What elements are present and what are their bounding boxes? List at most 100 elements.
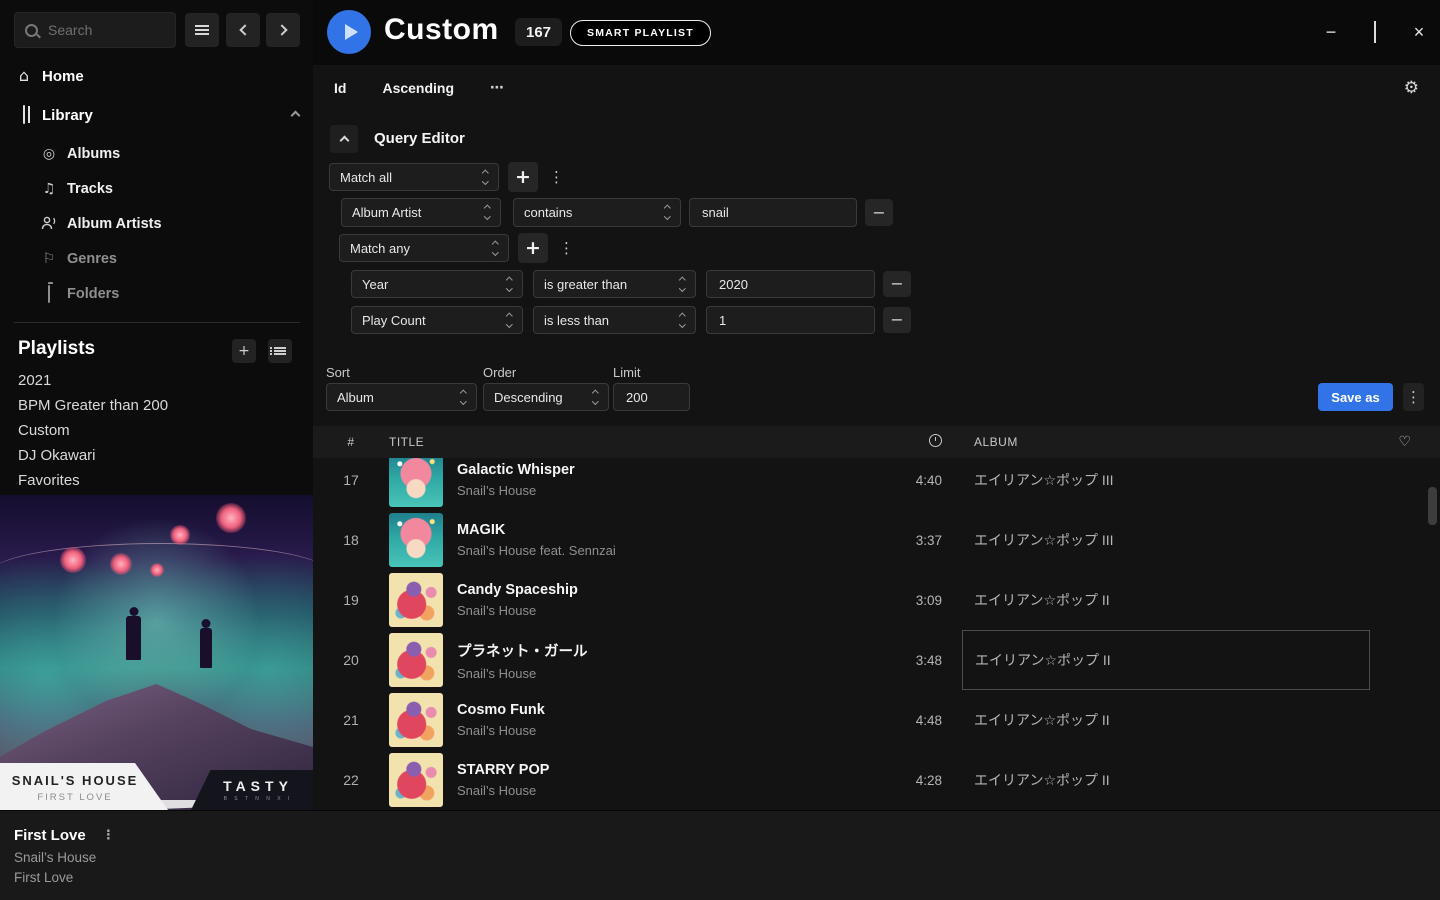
sidebar-item-folders[interactable]: Folders — [40, 285, 119, 303]
rule-operator-select[interactable]: is greater than — [533, 270, 696, 298]
now-playing-album: First Love — [14, 870, 73, 885]
rule-field-select[interactable]: Album Artist — [341, 198, 501, 227]
playlist-item[interactable]: DJ Okawari — [18, 447, 96, 464]
search-box[interactable] — [14, 12, 176, 48]
albums-label: Albums — [67, 146, 120, 162]
track-artist: Snail’s House — [457, 603, 578, 618]
match-any-select[interactable]: Match any — [339, 234, 509, 262]
select-arrows-icon — [483, 171, 488, 183]
playlist-item[interactable]: 2021 — [18, 372, 51, 389]
order-select[interactable]: Descending — [483, 383, 609, 411]
play-playlist-button[interactable] — [327, 10, 371, 54]
track-row[interactable]: 19 Candy Spaceship Snail’s House 3:09 エイ… — [313, 570, 1440, 630]
album-art-thumbnail — [389, 753, 443, 807]
sidebar-item-albums[interactable]: ◎ Albums — [40, 145, 120, 163]
track-album[interactable]: エイリアン☆ポップ II — [962, 750, 1370, 810]
track-album[interactable]: エイリアン☆ポップ III — [962, 510, 1370, 570]
album-artists-label: Album Artists — [67, 216, 162, 232]
rule-operator-select[interactable]: is less than — [533, 306, 696, 334]
track-number: 22 — [313, 772, 389, 788]
track-album-focused[interactable]: エイリアン☆ポップ II — [962, 630, 1370, 690]
minus-icon: − — [890, 312, 903, 328]
track-row[interactable]: 22 STARRY POP Snail’s House 4:28 エイリアン☆ポ… — [313, 750, 1440, 810]
rule-field-value: Play Count — [362, 313, 426, 328]
app-window: ⌂ Home Library ◎ Albums ♫ Tracks Album A… — [0, 0, 1440, 900]
limit-label: Limit — [613, 365, 640, 380]
rule-group-menu-icon[interactable]: ⋮ — [549, 170, 564, 185]
maximize-button[interactable] — [1368, 22, 1382, 43]
sort-direction[interactable]: Ascending — [382, 80, 454, 96]
sidebar-item-genres[interactable]: ⚐ Genres — [40, 250, 117, 268]
minimize-button[interactable]: − — [1324, 22, 1338, 43]
sidebar-item-album-artists[interactable]: Album Artists — [40, 215, 162, 233]
rule-operator-select[interactable]: contains — [513, 198, 681, 227]
now-playing-menu-icon[interactable]: ⋮ — [102, 829, 115, 842]
play-icon — [345, 24, 358, 40]
rule-field-select[interactable]: Year — [351, 270, 523, 298]
nav-back-button[interactable] — [226, 13, 260, 47]
lantern-icon — [150, 563, 164, 577]
player-bar: First Love ⋮ Snail’s House First Love 0:… — [0, 810, 1440, 900]
save-menu-button[interactable]: ⋮ — [1403, 383, 1424, 411]
track-album[interactable]: エイリアン☆ポップ III — [962, 458, 1370, 510]
column-number[interactable]: # — [313, 435, 389, 449]
subgroup-menu-icon[interactable]: ⋮ — [559, 241, 574, 256]
limit-input[interactable] — [624, 389, 679, 406]
sort-bar: Id Ascending ⋯ — [334, 80, 504, 96]
sort-label: Sort — [326, 365, 350, 380]
select-arrows-icon — [593, 391, 598, 403]
add-playlist-button[interactable]: + — [232, 339, 256, 363]
collapse-chevron-icon[interactable] — [291, 110, 301, 120]
track-album[interactable]: エイリアン☆ポップ II — [962, 690, 1370, 750]
remove-rule-button[interactable]: − — [883, 271, 911, 297]
flag-icon: ⚐ — [40, 252, 58, 266]
now-playing-cover-art: SNAIL'S HOUSE FIRST LOVE TASTY B S T N N… — [0, 495, 313, 810]
column-title[interactable]: TITLE — [389, 435, 852, 449]
nav-forward-button[interactable] — [266, 13, 300, 47]
track-row[interactable]: 21 Cosmo Funk Snail’s House 4:48 エイリアン☆ポ… — [313, 690, 1440, 750]
select-arrows-icon — [485, 206, 490, 218]
track-title: Cosmo Funk — [457, 702, 545, 718]
close-button[interactable]: × — [1412, 22, 1426, 43]
rule-value-input[interactable] — [717, 312, 864, 329]
match-all-value: Match all — [340, 170, 392, 185]
rule-value-input-wrap — [706, 306, 875, 334]
column-favorite[interactable]: ♡ — [1370, 435, 1440, 449]
playlist-item[interactable]: BPM Greater than 200 — [18, 397, 168, 414]
query-editor-title: Query Editor — [374, 130, 465, 147]
scrollbar-thumb[interactable] — [1428, 487, 1437, 525]
track-row[interactable]: 18 MAGIK Snail’s House feat. Sennzai 3:3… — [313, 510, 1440, 570]
track-album[interactable]: エイリアン☆ポップ II — [962, 570, 1370, 630]
column-duration[interactable] — [852, 434, 942, 450]
remove-rule-button[interactable]: − — [865, 199, 893, 226]
playlist-item[interactable]: Favorites — [18, 472, 80, 489]
album-art-thumbnail — [389, 513, 443, 567]
sort-field[interactable]: Id — [334, 80, 346, 96]
remove-rule-button[interactable]: − — [883, 307, 911, 333]
genres-label: Genres — [67, 251, 117, 267]
menu-button[interactable] — [185, 13, 219, 47]
add-rule-button[interactable]: + — [508, 162, 538, 192]
playlist-list-button[interactable] — [268, 339, 292, 363]
more-options-icon[interactable]: ⋯ — [490, 81, 504, 95]
rule-value-input[interactable] — [717, 276, 864, 293]
save-as-button[interactable]: Save as — [1318, 383, 1393, 411]
column-album[interactable]: ALBUM — [962, 435, 1370, 449]
sort-value: Album — [337, 390, 374, 405]
sidebar-item-library[interactable]: Library — [14, 105, 299, 125]
add-subrule-button[interactable]: + — [518, 233, 548, 263]
playlist-item[interactable]: Custom — [18, 422, 70, 439]
minus-icon: − — [872, 205, 885, 221]
match-all-select[interactable]: Match all — [329, 163, 499, 191]
sidebar-item-tracks[interactable]: ♫ Tracks — [40, 180, 113, 198]
rule-field-select[interactable]: Play Count — [351, 306, 523, 334]
settings-gear-icon[interactable]: ⚙ — [1404, 80, 1419, 97]
track-title: STARRY POP — [457, 762, 549, 778]
sidebar-item-home[interactable]: ⌂ Home — [14, 66, 84, 86]
query-editor-collapse-button[interactable] — [330, 125, 358, 153]
track-row[interactable]: 20 プラネット・ガール Snail’s House 3:48 エイリアン☆ポッ… — [313, 630, 1440, 690]
rule-value-input[interactable] — [700, 204, 846, 221]
track-row[interactable]: 17 Galactic Whisper Snail’s House 4:40 エ… — [313, 458, 1440, 510]
search-input[interactable] — [46, 21, 165, 39]
sort-select[interactable]: Album — [326, 383, 477, 411]
